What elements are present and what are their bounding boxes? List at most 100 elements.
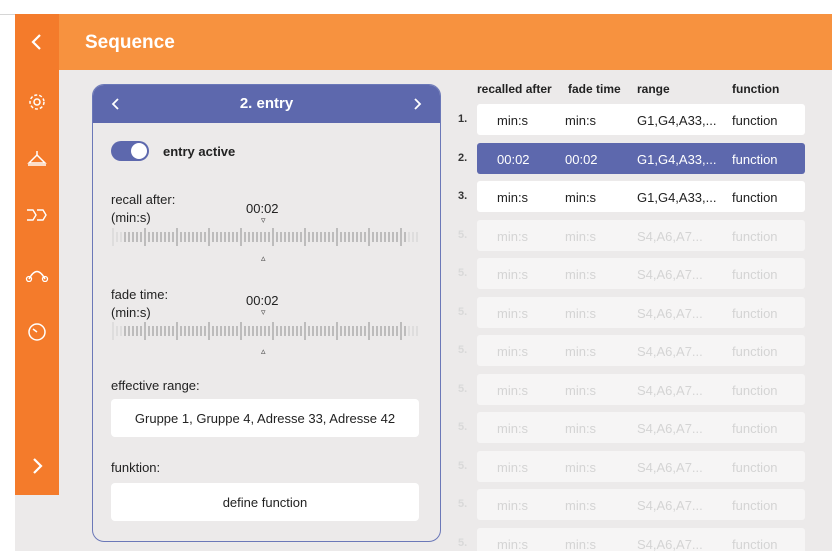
table-row[interactable]: min:s min:s S4,A6,A7... function bbox=[477, 412, 805, 443]
table-row[interactable]: min:s min:s S4,A6,A7... function bbox=[477, 219, 805, 251]
cell-fade-time: min:s bbox=[565, 421, 597, 436]
cell-range: S4,A6,A7... bbox=[637, 344, 703, 359]
table-row[interactable]: min:s min:s S4,A6,A7... function bbox=[477, 527, 805, 551]
cell-fade-time: min:s bbox=[565, 536, 597, 551]
cell-recalled-after: min:s bbox=[497, 113, 529, 128]
cell-fade-time: min:s bbox=[565, 228, 597, 244]
cell-recalled-after: min:s bbox=[497, 267, 529, 282]
cell-recalled-after: min:s bbox=[497, 382, 529, 398]
cell-range: G1,G4,A33,... bbox=[637, 151, 717, 167]
header-bar: Sequence bbox=[59, 14, 832, 70]
entry-active-toggle[interactable] bbox=[111, 141, 149, 161]
row-number: 5. bbox=[458, 536, 468, 549]
table-row[interactable]: min:s min:s S4,A6,A7... function bbox=[477, 489, 805, 520]
table-row[interactable]: min:s min:s G1,G4,A33,... function bbox=[477, 181, 805, 212]
sidebar-item-timer[interactable] bbox=[15, 312, 59, 352]
row-number: 5. bbox=[458, 459, 468, 472]
column-header-range: range bbox=[637, 82, 670, 96]
column-header-recalled: recalled after bbox=[477, 82, 552, 96]
cell-function: function bbox=[732, 536, 778, 551]
cell-recalled-after: min:s bbox=[497, 305, 529, 321]
cell-recalled-after: min:s bbox=[497, 498, 529, 513]
cell-range: S4,A6,A7... bbox=[637, 382, 703, 398]
column-header-function: function bbox=[732, 82, 780, 96]
cell-range: S4,A6,A7... bbox=[637, 421, 703, 436]
cell-recalled-after: 00:02 bbox=[497, 151, 530, 167]
cell-function: function bbox=[732, 305, 778, 321]
cell-function: function bbox=[732, 190, 778, 205]
page-title: Sequence bbox=[85, 32, 175, 53]
chevron-left-icon bbox=[31, 34, 41, 50]
recall-after-scale[interactable] bbox=[111, 227, 421, 247]
table-row[interactable]: min:s min:s S4,A6,A7... function bbox=[477, 258, 805, 289]
table-row[interactable]: min:s min:s S4,A6,A7... function bbox=[477, 373, 805, 405]
cell-fade-time: min:s bbox=[565, 382, 597, 398]
cell-recalled-after: min:s bbox=[497, 536, 529, 551]
cell-fade-time: min:s bbox=[565, 459, 597, 475]
row-number: 2. bbox=[458, 151, 468, 164]
table-row[interactable]: min:s min:s G1,G4,A33,... function bbox=[477, 104, 805, 135]
cell-fade-time: min:s bbox=[565, 113, 597, 128]
sequence-icon bbox=[27, 209, 47, 221]
fade-time-scale[interactable] bbox=[111, 321, 421, 341]
effective-range-label: effective range: bbox=[111, 378, 200, 393]
cell-recalled-after: min:s bbox=[497, 344, 529, 359]
cell-function: function bbox=[732, 113, 778, 128]
cell-fade-time: min:s bbox=[565, 267, 597, 282]
sidebar-item-sequence[interactable] bbox=[15, 195, 59, 235]
table-row[interactable]: min:s min:s S4,A6,A7... function bbox=[477, 335, 805, 366]
table-row[interactable]: 00:02 00:02 G1,G4,A33,... function bbox=[477, 142, 805, 174]
cell-fade-time: min:s bbox=[565, 498, 597, 513]
cell-function: function bbox=[732, 498, 778, 513]
recall-after-unit: (min:s) bbox=[111, 210, 151, 225]
effective-range-field[interactable]: Gruppe 1, Gruppe 4, Adresse 33, Adresse … bbox=[111, 399, 419, 437]
window-top-strip bbox=[0, 0, 832, 15]
fade-time-label: fade time: bbox=[111, 287, 169, 302]
cell-range: G1,G4,A33,... bbox=[637, 113, 717, 128]
cell-recalled-after: min:s bbox=[497, 228, 529, 244]
entry-active-label: entry active bbox=[163, 144, 236, 159]
row-number: 5. bbox=[458, 421, 468, 433]
cell-function: function bbox=[732, 228, 778, 244]
entry-title: 2. entry bbox=[239, 95, 294, 112]
fade-marker-top: ▿ bbox=[261, 307, 266, 317]
define-function-button[interactable]: define function bbox=[111, 483, 419, 521]
entry-panel: 2. entry entry active recall after: (min… bbox=[92, 84, 441, 542]
recall-after-value: 00:02 bbox=[246, 201, 279, 216]
cell-function: function bbox=[732, 459, 778, 475]
back-button[interactable] bbox=[15, 22, 59, 62]
fade-time-unit: (min:s) bbox=[111, 305, 151, 320]
sidebar-item-settings[interactable] bbox=[15, 82, 59, 122]
table-row[interactable]: min:s min:s S4,A6,A7... function bbox=[477, 450, 805, 482]
gear-icon bbox=[29, 94, 45, 110]
cell-range: G1,G4,A33,... bbox=[637, 190, 717, 205]
lamp-icon bbox=[27, 151, 47, 166]
entry-panel-header: 2. entry bbox=[93, 85, 440, 123]
route-icon bbox=[25, 270, 49, 282]
recall-marker-top: ▿ bbox=[261, 215, 266, 225]
toggle-knob bbox=[131, 143, 147, 159]
cell-recalled-after: min:s bbox=[497, 421, 529, 436]
gauge-icon bbox=[28, 323, 46, 341]
function-label: funktion: bbox=[111, 460, 161, 475]
cell-range: S4,A6,A7... bbox=[637, 459, 703, 475]
column-header-fade: fade time bbox=[568, 82, 621, 96]
row-number: 5. bbox=[458, 344, 468, 356]
chevron-right-icon bbox=[414, 98, 422, 110]
sidebar-item-lights[interactable] bbox=[15, 139, 59, 179]
next-entry-button[interactable] bbox=[402, 90, 432, 118]
cell-function: function bbox=[732, 151, 778, 167]
sidebar-item-route[interactable] bbox=[15, 254, 59, 294]
table-row[interactable]: min:s min:s S4,A6,A7... function bbox=[477, 296, 805, 328]
cell-function: function bbox=[732, 267, 778, 282]
chevron-right-icon bbox=[33, 458, 43, 474]
row-number: 5. bbox=[458, 498, 468, 510]
cell-recalled-after: min:s bbox=[497, 190, 529, 205]
cell-fade-time: min:s bbox=[565, 344, 597, 359]
recall-after-label: recall after: bbox=[111, 192, 176, 207]
row-number: 5. bbox=[458, 382, 468, 395]
forward-button[interactable] bbox=[15, 446, 59, 486]
fade-time-value: 00:02 bbox=[246, 293, 279, 308]
sidebar bbox=[15, 14, 59, 495]
row-number: 5. bbox=[458, 305, 468, 318]
